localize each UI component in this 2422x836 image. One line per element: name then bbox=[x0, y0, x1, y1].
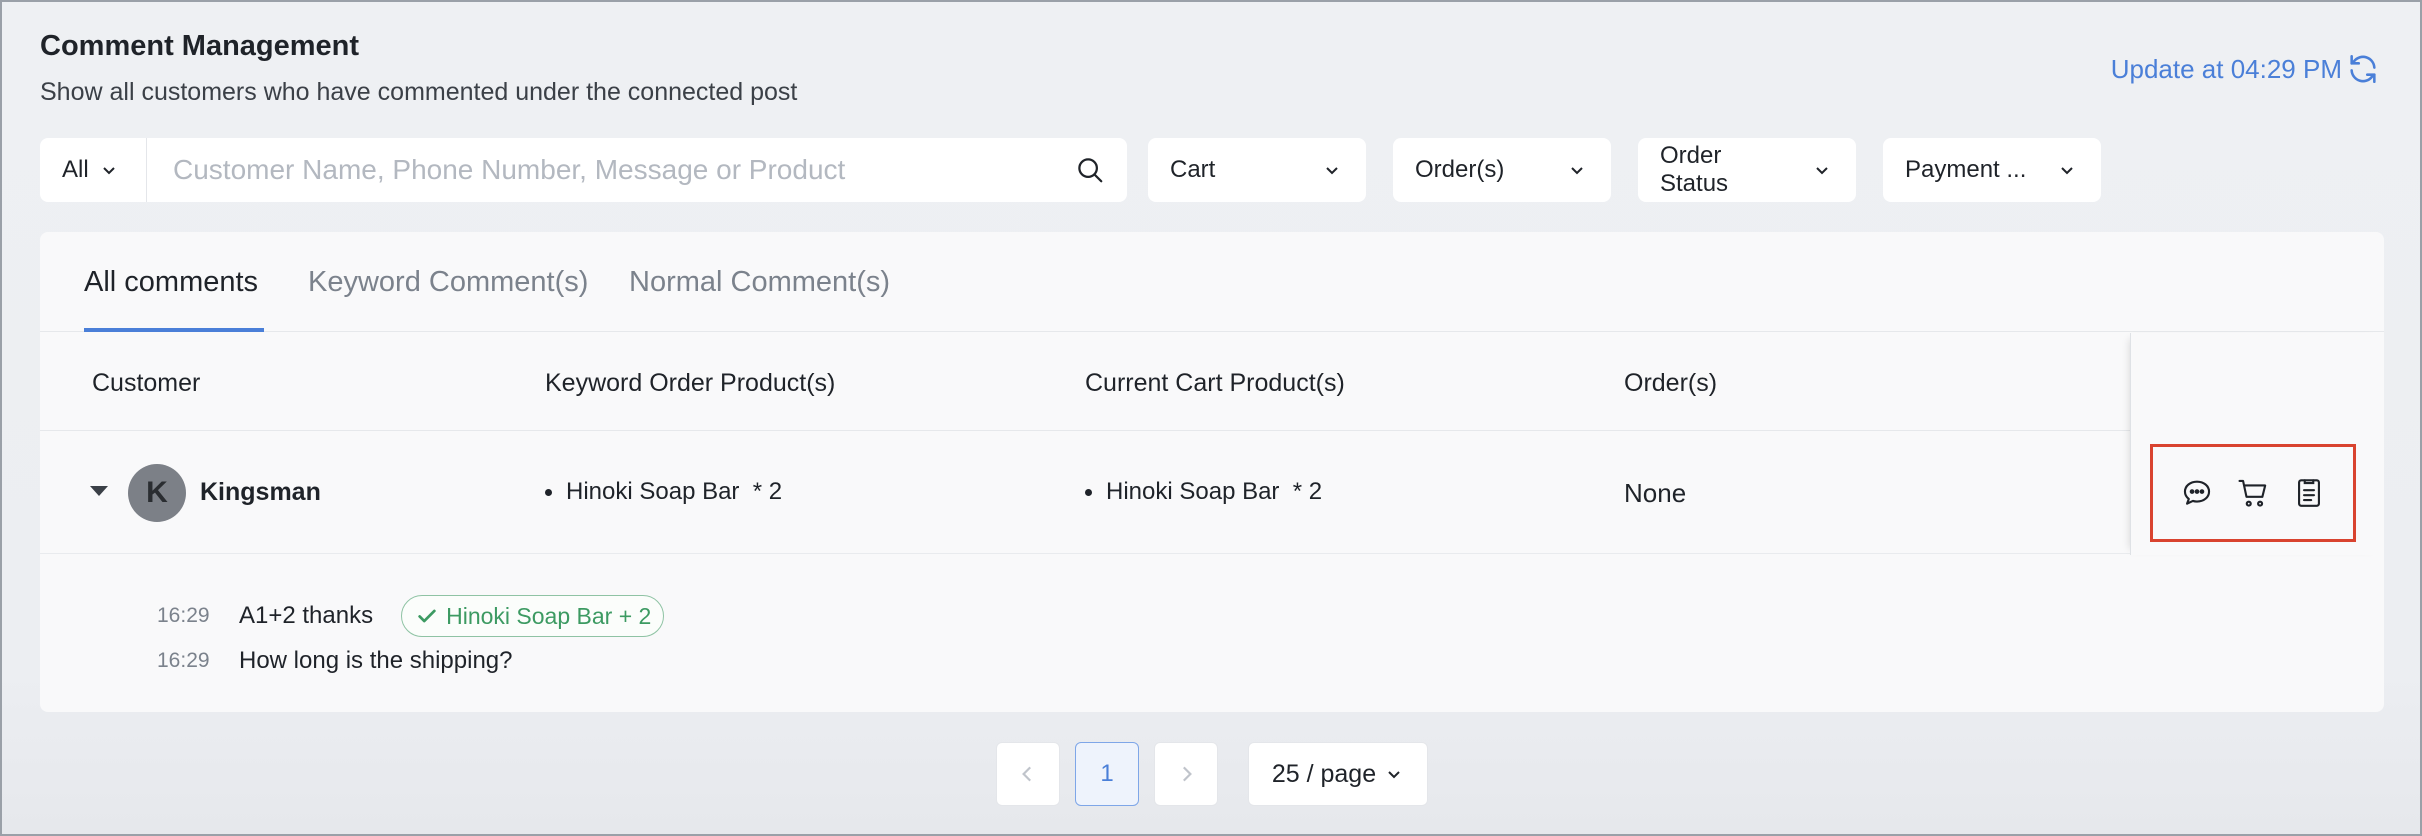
page-subtitle: Show all customers who have commented un… bbox=[40, 78, 798, 106]
order-icon[interactable] bbox=[2292, 476, 2326, 510]
keyword-product-text: Hinoki Soap Bar * 2 bbox=[566, 478, 783, 505]
comment-time: 16:29 bbox=[157, 649, 210, 672]
filter-bar: All bbox=[40, 138, 1127, 202]
page-button-current[interactable]: 1 bbox=[1075, 742, 1139, 806]
update-button[interactable]: Update at 04:29 PM bbox=[2111, 52, 2380, 86]
customer-name: Kingsman bbox=[200, 478, 321, 506]
chevron-down-icon bbox=[1326, 167, 1338, 175]
page-size-label: 25 / page bbox=[1271, 759, 1377, 788]
orders-cell: None bbox=[1624, 478, 1687, 508]
order-status-filter-label: Order Status bbox=[1660, 142, 1729, 197]
cart-filter-label: Cart bbox=[1170, 156, 1216, 183]
chevron-down-icon bbox=[1571, 167, 1583, 175]
comments-card: All comments Keyword Comment(s) Normal C… bbox=[40, 232, 2384, 712]
search-input[interactable] bbox=[173, 154, 1053, 186]
next-page-button[interactable] bbox=[1154, 742, 1218, 806]
comment-list: 16:29 A1+2 thanks Hinoki Soap Bar + 2 16… bbox=[40, 555, 2384, 712]
payment-filter-dropdown[interactable]: Payment ... bbox=[1883, 138, 2101, 202]
chevron-down-icon bbox=[102, 167, 115, 175]
page-title: Comment Management bbox=[40, 30, 360, 62]
order-status-filter-dropdown[interactable]: Order Status bbox=[1638, 138, 1856, 202]
chevron-right-icon bbox=[1183, 766, 1192, 782]
cart-filter-dropdown[interactable]: Cart bbox=[1148, 138, 1366, 202]
tab-normal-comments[interactable]: Normal Comment(s) bbox=[629, 266, 890, 299]
refresh-icon bbox=[2350, 54, 2376, 84]
app-frame: Comment Management Show all customers wh… bbox=[0, 0, 2422, 836]
comment-item: 16:29 A1+2 thanks Hinoki Soap Bar + 2 bbox=[157, 595, 665, 637]
cart-product-text: Hinoki Soap Bar * 2 bbox=[1106, 478, 1323, 505]
scope-select[interactable]: All bbox=[40, 138, 147, 202]
chevron-left-icon bbox=[1022, 766, 1031, 782]
comment-text: A1+2 thanks bbox=[239, 602, 374, 629]
page-size-select[interactable]: 25 / page bbox=[1248, 742, 1428, 806]
tab-bar: All comments Keyword Comment(s) Normal C… bbox=[40, 232, 2384, 332]
payment-filter-label: Payment ... bbox=[1905, 156, 2027, 183]
avatar: K bbox=[128, 464, 186, 522]
check-icon bbox=[418, 609, 436, 623]
row-actions bbox=[2150, 444, 2356, 542]
expand-caret-icon[interactable] bbox=[90, 486, 108, 496]
product-tag-label: Hinoki Soap Bar + 2 bbox=[446, 602, 652, 629]
header-orders: Order(s) bbox=[1624, 369, 1718, 397]
search-box bbox=[147, 138, 1127, 202]
bullet-icon bbox=[545, 488, 552, 496]
cart-product-cell: Hinoki Soap Bar * 2 bbox=[1085, 478, 1322, 506]
bullet-icon bbox=[1085, 488, 1092, 496]
scope-value: All bbox=[62, 156, 89, 183]
chevron-down-icon bbox=[1388, 771, 1400, 779]
table-row[interactable]: K Kingsman Hinoki Soap Bar * 2 Hinoki So… bbox=[40, 432, 2384, 554]
product-tag: Hinoki Soap Bar + 2 bbox=[401, 595, 665, 637]
orders-filter-dropdown[interactable]: Order(s) bbox=[1393, 138, 1611, 202]
message-icon[interactable] bbox=[2180, 476, 2214, 510]
search-icon[interactable] bbox=[1075, 155, 1105, 185]
comment-item: 16:29 How long is the shipping? bbox=[157, 647, 513, 675]
header-current-cart-products: Current Cart Product(s) bbox=[1085, 369, 1345, 397]
header-customer: Customer bbox=[92, 369, 201, 397]
comment-text: How long is the shipping? bbox=[239, 647, 513, 674]
chevron-down-icon bbox=[2061, 167, 2073, 175]
update-label: Update at 04:29 PM bbox=[2110, 53, 2342, 84]
chevron-down-icon bbox=[1816, 167, 1828, 175]
orders-filter-label: Order(s) bbox=[1415, 156, 1505, 183]
active-tab-indicator bbox=[84, 328, 264, 332]
tab-all-comments[interactable]: All comments bbox=[84, 266, 258, 299]
table-header: Customer Keyword Order Product(s) Curren… bbox=[40, 333, 2384, 431]
keyword-product-cell: Hinoki Soap Bar * 2 bbox=[545, 478, 782, 506]
tab-keyword-comments[interactable]: Keyword Comment(s) bbox=[308, 266, 588, 299]
comment-time: 16:29 bbox=[157, 604, 210, 627]
cart-icon[interactable] bbox=[2236, 476, 2270, 510]
prev-page-button[interactable] bbox=[996, 742, 1060, 806]
header-keyword-order-products: Keyword Order Product(s) bbox=[545, 369, 836, 397]
